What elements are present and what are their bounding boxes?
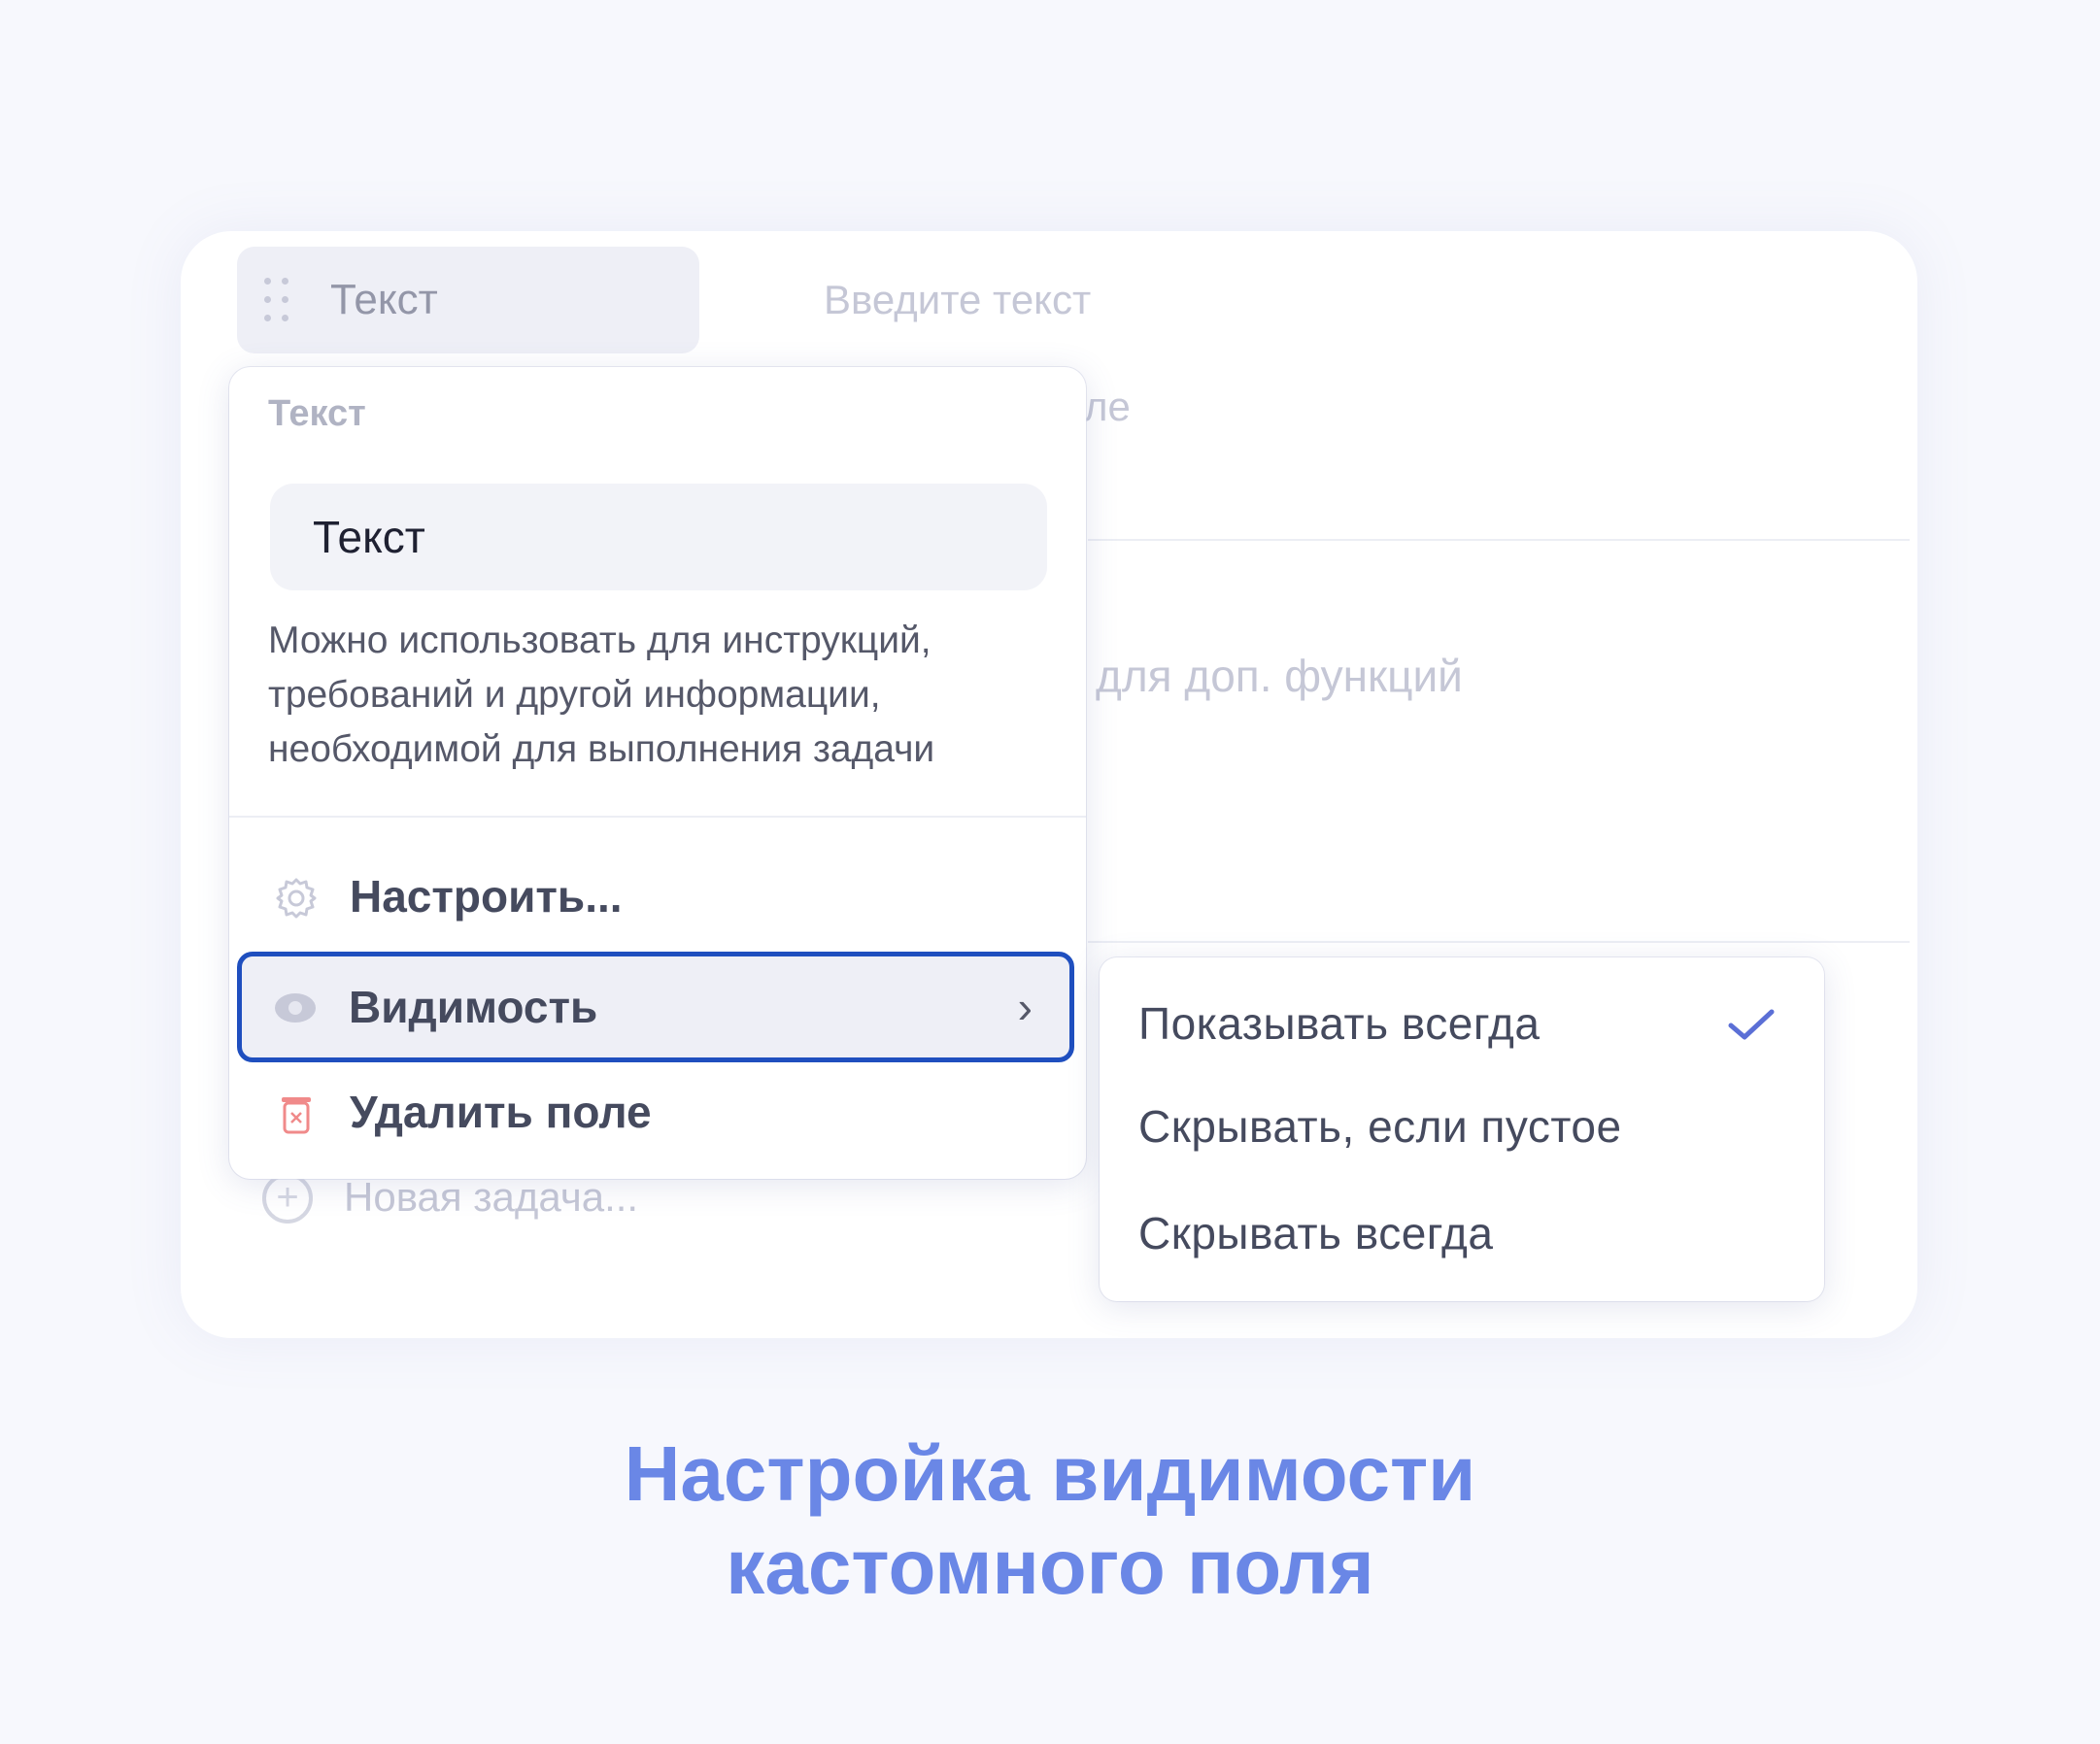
caption-line: Настройка видимости bbox=[624, 1430, 1476, 1517]
drag-handle-icon[interactable] bbox=[264, 278, 293, 322]
visibility-option-always-hide[interactable]: Скрывать всегда bbox=[1100, 1185, 1824, 1282]
caption: Настройка видимости кастомного поля bbox=[0, 1427, 2100, 1614]
caption-line: кастомного поля bbox=[726, 1524, 1374, 1610]
field-chip[interactable] bbox=[237, 247, 699, 353]
background-text-fragment: ле bbox=[1084, 384, 1131, 429]
field-chip-label: Текст bbox=[330, 276, 438, 323]
eye-icon bbox=[275, 993, 316, 1023]
field-name-input[interactable] bbox=[270, 484, 1047, 590]
new-task-button[interactable]: Новая задача... bbox=[344, 1173, 638, 1222]
menu-item-delete-field[interactable]: Удалить поле bbox=[239, 1058, 1074, 1165]
menu-divider bbox=[229, 816, 1086, 818]
field-description: Можно использовать для инструкций, требо… bbox=[268, 620, 935, 770]
trash-icon bbox=[282, 1097, 311, 1134]
menu-item-label: Видимость bbox=[349, 982, 598, 1032]
chevron-right-icon: › bbox=[1017, 982, 1033, 1032]
gear-icon bbox=[276, 878, 317, 919]
menu-item-configure[interactable]: Настроить... bbox=[239, 843, 1074, 950]
visibility-option-always-show[interactable]: Показывать всегда bbox=[1100, 975, 1824, 1072]
menu-item-label: Удалить поле bbox=[350, 1087, 652, 1137]
visibility-option-hide-if-empty[interactable]: Скрывать, если пустое bbox=[1100, 1078, 1824, 1175]
menu-heading: Текст bbox=[268, 393, 366, 434]
background-text-fragment: для доп. функций bbox=[1096, 651, 1463, 701]
menu-item-label: Настроить... bbox=[350, 871, 623, 922]
divider bbox=[1088, 539, 1910, 541]
visibility-option-label: Скрывать всегда bbox=[1138, 1208, 1494, 1258]
field-value-placeholder[interactable]: Введите текст bbox=[824, 276, 1091, 324]
visibility-option-label: Скрывать, если пустое bbox=[1138, 1101, 1622, 1152]
checkmark-icon bbox=[1728, 1009, 1775, 1040]
visibility-option-label: Показывать всегда bbox=[1138, 998, 1541, 1049]
menu-item-visibility[interactable]: Видимость › bbox=[237, 952, 1074, 1062]
divider bbox=[1088, 941, 1910, 943]
plus-circle-icon[interactable]: + bbox=[262, 1173, 313, 1224]
